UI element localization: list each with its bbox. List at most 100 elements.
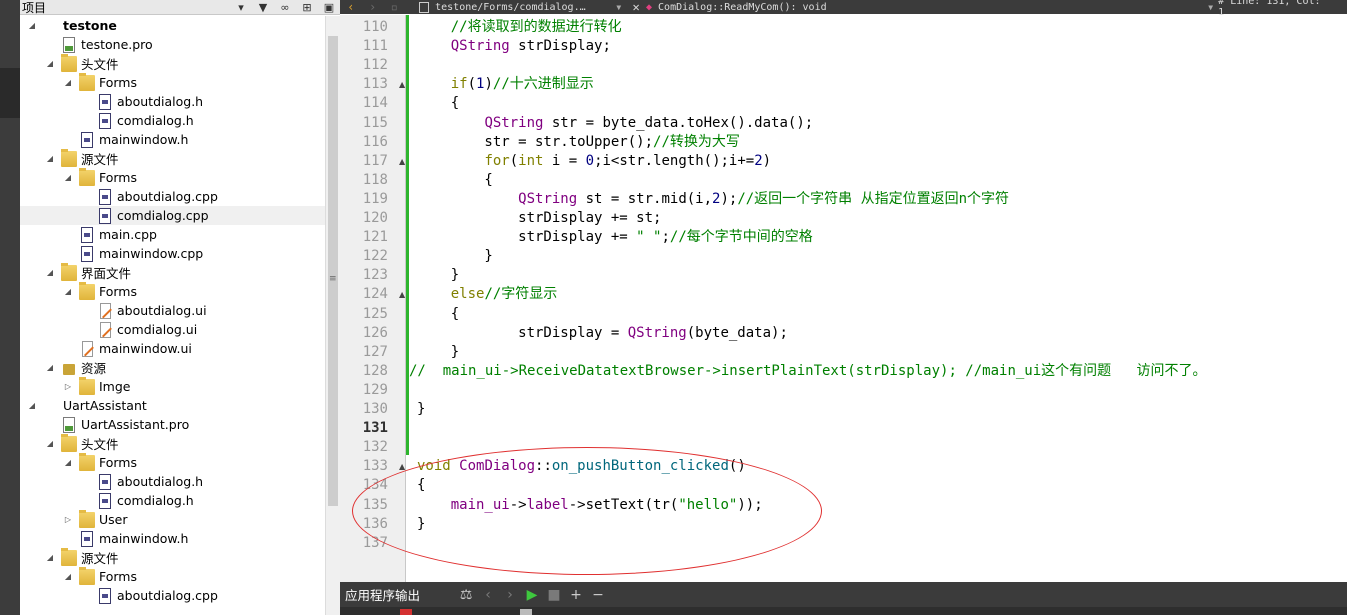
expanded-arrow-icon[interactable]: ◢	[44, 268, 56, 277]
tree-item[interactable]: mainwindow.cpp	[20, 244, 325, 263]
cursor-position[interactable]: # Line: 131, Col: 1	[1218, 0, 1347, 18]
tree-item[interactable]: mainwindow.ui	[20, 339, 325, 358]
attach-debugger-icon[interactable]: ⚖	[455, 587, 477, 603]
code-line[interactable]: }	[417, 343, 459, 362]
output-tab-icon[interactable]	[400, 609, 412, 615]
collapsed-arrow-icon[interactable]: ▷	[62, 382, 74, 391]
fold-toggle-icon[interactable]: ▲	[399, 157, 405, 166]
code-line[interactable]: }	[417, 266, 459, 285]
fold-toggle-icon[interactable]: ▲	[399, 290, 405, 299]
expanded-arrow-icon[interactable]: ◢	[44, 553, 56, 562]
change-marker-bar	[406, 15, 409, 455]
stop-icon[interactable]: ■	[543, 587, 565, 603]
tree-item[interactable]: ▷ Imge	[20, 376, 325, 396]
expanded-arrow-icon[interactable]: ◢	[44, 439, 56, 448]
symbol-dropdown-icon[interactable]: ▼	[1208, 3, 1218, 12]
expanded-arrow-icon[interactable]: ◢	[44, 59, 56, 68]
expanded-arrow-icon[interactable]: ◢	[44, 154, 56, 163]
tree-item-label: 源文件	[81, 152, 119, 167]
zoom-out-icon[interactable]: −	[587, 587, 609, 603]
tree-item[interactable]: ◢ Forms	[20, 566, 325, 586]
tree-item[interactable]: aboutdialog.cpp	[20, 187, 325, 206]
code-line[interactable]: if(1)//十六进制显示	[417, 75, 594, 94]
document-selector[interactable]: testone/Forms/comdialog.…	[419, 1, 616, 13]
link-icon[interactable]: ∞	[274, 1, 296, 14]
tree-item[interactable]: testone.pro	[20, 35, 325, 54]
tree-item[interactable]: ◢ Forms	[20, 452, 325, 472]
expanded-arrow-icon[interactable]: ◢	[62, 458, 74, 467]
code-line[interactable]: QString strDisplay;	[417, 37, 611, 56]
code-line[interactable]: QString st = str.mid(i,2);//返回一个字符串 从指定位…	[417, 190, 1009, 209]
code-line[interactable]: for(int i = 0;i<str.length();i+=2)	[417, 152, 771, 171]
mode-selector-block[interactable]	[0, 68, 20, 118]
expanded-arrow-icon[interactable]: ◢	[62, 572, 74, 581]
code-line[interactable]: {	[417, 305, 459, 324]
split-add-icon[interactable]: ⊞	[296, 1, 318, 14]
code-line[interactable]: strDisplay = QString(byte_data);	[417, 324, 788, 343]
filter-icon[interactable]: ▼	[252, 1, 274, 14]
next-icon[interactable]: ›	[499, 587, 521, 603]
tree-item[interactable]: ◢ testone	[20, 16, 325, 35]
expanded-arrow-icon[interactable]: ◢	[26, 401, 38, 410]
code-line[interactable]: QString str = byte_data.toHex().data();	[417, 114, 813, 133]
splitter-grip-icon[interactable]: ≡	[329, 274, 337, 284]
expanded-arrow-icon[interactable]: ◢	[44, 363, 56, 372]
tree-item[interactable]: aboutdialog.cpp	[20, 586, 325, 605]
output-tab-icon[interactable]	[520, 609, 532, 615]
collapsed-arrow-icon[interactable]: ▷	[62, 515, 74, 524]
code-line[interactable]: }	[417, 247, 492, 266]
tree-item[interactable]: UartAssistant.pro	[20, 415, 325, 434]
scrollbar-thumb[interactable]	[328, 36, 338, 506]
expanded-arrow-icon[interactable]: ◢	[62, 78, 74, 87]
tree-item[interactable]: ◢ Forms	[20, 281, 325, 301]
tree-item[interactable]: ◢ 头文件	[20, 433, 325, 453]
tree-item[interactable]: comdialog.h	[20, 111, 325, 130]
previous-icon[interactable]: ‹	[477, 587, 499, 603]
tree-item[interactable]: aboutdialog.ui	[20, 301, 325, 320]
tree-item[interactable]: comdialog.cpp	[20, 206, 325, 225]
tree-item[interactable]: aboutdialog.h	[20, 472, 325, 491]
fold-toggle-icon[interactable]: ▲	[399, 80, 405, 89]
tree-item[interactable]: comdialog.ui	[20, 320, 325, 339]
tree-item[interactable]: ◢ 资源	[20, 358, 325, 377]
tree-item[interactable]: ◢ 头文件	[20, 53, 325, 73]
run-icon[interactable]: ▶	[521, 587, 543, 603]
tree-item[interactable]: ◢ 源文件	[20, 547, 325, 567]
tree-item[interactable]: ◢ UartAssistant	[20, 396, 325, 415]
tree-item[interactable]: ◢ Forms	[20, 167, 325, 187]
code-line[interactable]: else//字符显示	[417, 285, 558, 304]
expanded-arrow-icon[interactable]: ◢	[62, 173, 74, 182]
tree-item[interactable]: ◢ 界面文件	[20, 262, 325, 282]
close-panel-icon[interactable]: ▣	[318, 1, 340, 14]
project-tree-scrollbar[interactable]: ≡	[325, 16, 340, 615]
tree-item[interactable]: mainwindow.h	[20, 130, 325, 149]
expanded-arrow-icon[interactable]: ◢	[26, 21, 38, 30]
code-line[interactable]: str = str.toUpper();//转换为大写	[417, 133, 739, 152]
tree-item[interactable]: ◢ Forms	[20, 72, 325, 92]
tree-item[interactable]: ▷ User	[20, 509, 325, 529]
tree-item[interactable]: comdialog.h	[20, 491, 325, 510]
close-document-icon[interactable]: ✕	[626, 0, 646, 14]
code-line[interactable]: }	[417, 400, 425, 419]
expanded-arrow-icon[interactable]: ◢	[62, 287, 74, 296]
code-line[interactable]: strDisplay += " ";//每个字节中间的空格	[417, 228, 813, 247]
code-line[interactable]: {	[417, 171, 492, 190]
tree-item[interactable]: main.cpp	[20, 225, 325, 244]
symbol-selector[interactable]: ◆ ComDialog::ReadMyCom(): void	[646, 2, 1208, 13]
document-dropdown-icon[interactable]: ▼	[616, 3, 626, 12]
zoom-in-icon[interactable]: +	[565, 587, 587, 603]
dropdown-icon[interactable]: ▾	[230, 1, 252, 14]
tree-item[interactable]: ◢ 源文件	[20, 148, 325, 168]
code-line[interactable]: strDisplay += st;	[417, 209, 661, 228]
forward-icon[interactable]: ›	[362, 0, 384, 14]
code-line[interactable]: // main_ui->ReceiveDatatextBrowser->inse…	[409, 362, 1206, 381]
code-line[interactable]: //将读取到的数据进行转化	[417, 18, 622, 37]
tree-item-label: Forms	[99, 455, 138, 470]
code-line[interactable]: {	[417, 94, 459, 113]
tree-item[interactable]: aboutdialog.h	[20, 92, 325, 111]
folder-icon	[79, 72, 95, 91]
tree-item[interactable]: mainwindow.h	[20, 529, 325, 548]
code-token: st = str.mid(i,	[577, 191, 713, 207]
back-icon[interactable]: ‹	[340, 0, 362, 14]
code-token: str = str.toUpper();	[417, 134, 654, 150]
